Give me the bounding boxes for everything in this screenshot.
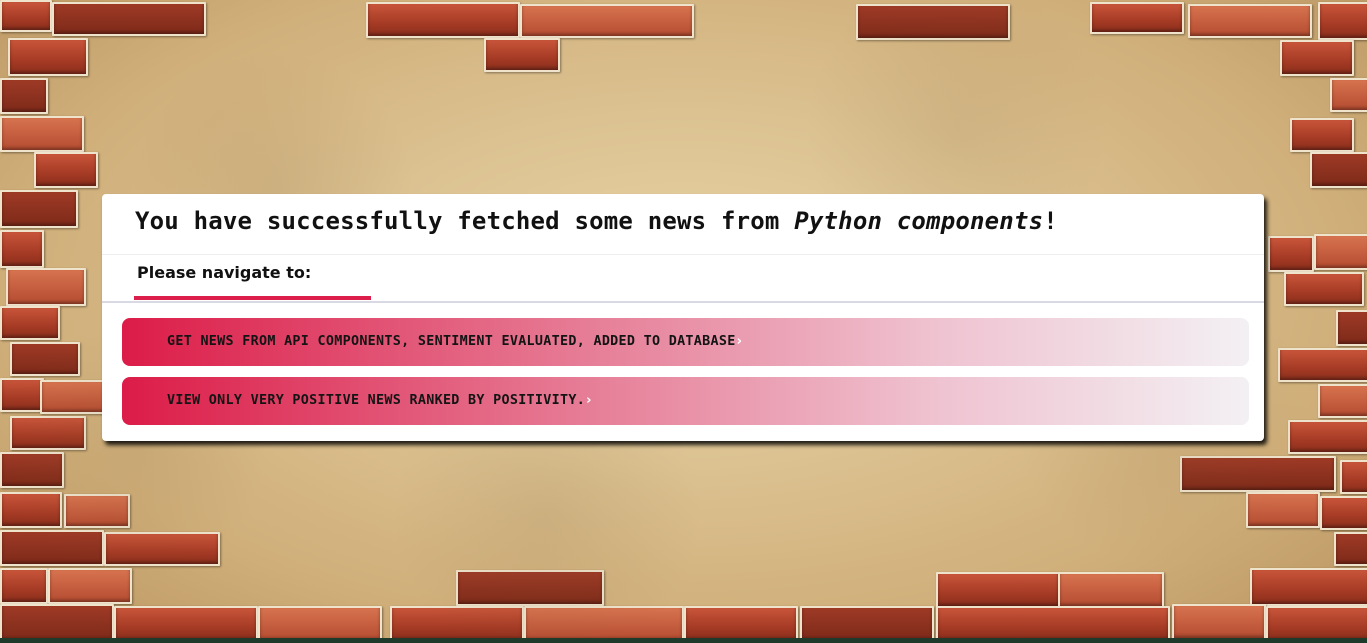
brick: [1340, 460, 1367, 494]
brick: [1280, 40, 1354, 76]
brick: [1172, 604, 1266, 640]
link-label-text: GET NEWS FROM API COMPONENTS, SENTIMENT …: [167, 334, 736, 349]
chevron-right-icon: ›: [736, 334, 743, 349]
tab-label: Please navigate to:: [137, 263, 312, 282]
brick: [10, 342, 80, 376]
navigation-card: You have successfully fetched some news …: [102, 194, 1264, 441]
brick: [1058, 572, 1164, 608]
brick: [0, 78, 48, 114]
brick: [1320, 496, 1367, 530]
brick: [0, 230, 44, 268]
brick: [0, 452, 64, 488]
brick: [1268, 236, 1314, 272]
brick: [366, 2, 520, 38]
brick: [1188, 4, 1312, 38]
brick: [1246, 492, 1320, 528]
brick: [0, 190, 78, 228]
active-tab-indicator: [134, 296, 371, 300]
brick: [1250, 568, 1367, 606]
brick: [1180, 456, 1336, 492]
brick: [0, 530, 104, 566]
title-suffix: !: [1043, 207, 1058, 235]
brick: [1314, 234, 1367, 270]
brick: [856, 4, 1010, 40]
brick: [40, 380, 106, 414]
nav-tabs: Please navigate to:: [102, 255, 1264, 303]
brick: [1290, 118, 1354, 152]
brick: [52, 2, 206, 36]
brick: [1266, 606, 1367, 642]
brick: [524, 606, 684, 642]
brick: [936, 572, 1060, 608]
brick: [1318, 384, 1367, 418]
brick: [48, 568, 132, 604]
brick: [520, 4, 694, 38]
get-news-link-label: GET NEWS FROM API COMPONENTS, SENTIMENT …: [167, 334, 742, 349]
brick: [456, 570, 604, 606]
brick: [0, 492, 62, 528]
title-emphasis: Python components: [794, 207, 1044, 235]
brick: [1288, 420, 1367, 454]
brick: [64, 494, 130, 528]
brick: [0, 0, 52, 32]
view-positive-news-link[interactable]: VIEW ONLY VERY POSITIVE NEWS RANKED BY P…: [122, 377, 1249, 425]
brick: [1336, 310, 1367, 346]
get-news-link[interactable]: GET NEWS FROM API COMPONENTS, SENTIMENT …: [122, 318, 1249, 366]
page-title: You have successfully fetched some news …: [135, 207, 1058, 235]
brick: [10, 416, 86, 450]
view-positive-news-link-label: VIEW ONLY VERY POSITIVE NEWS RANKED BY P…: [167, 393, 592, 408]
brick: [0, 604, 114, 642]
chevron-right-icon: ›: [586, 393, 592, 408]
brick: [114, 606, 258, 642]
tab-please-navigate[interactable]: Please navigate to:: [134, 255, 371, 301]
brick: [1310, 152, 1367, 188]
brick: [0, 116, 84, 152]
brick: [104, 532, 220, 566]
brick: [0, 306, 60, 340]
brick: [0, 568, 48, 604]
brick: [1330, 78, 1367, 112]
brick: [258, 606, 382, 642]
brick: [1318, 2, 1367, 40]
brick: [390, 606, 524, 642]
link-label-text: VIEW ONLY VERY POSITIVE NEWS RANKED BY P…: [167, 393, 586, 408]
brick: [1334, 532, 1367, 566]
brick: [484, 38, 560, 72]
brick: [1284, 272, 1364, 306]
brick: [6, 268, 86, 306]
brick: [0, 378, 44, 412]
brick: [936, 606, 1170, 642]
title-prefix: You have successfully fetched some news …: [135, 207, 795, 235]
bottom-edge-strip: [0, 638, 1367, 643]
brick: [34, 152, 98, 188]
brick: [800, 606, 934, 642]
card-header: You have successfully fetched some news …: [102, 194, 1264, 255]
brick: [1278, 348, 1367, 382]
brick: [1090, 2, 1184, 34]
brick: [684, 606, 798, 642]
brick: [8, 38, 88, 76]
